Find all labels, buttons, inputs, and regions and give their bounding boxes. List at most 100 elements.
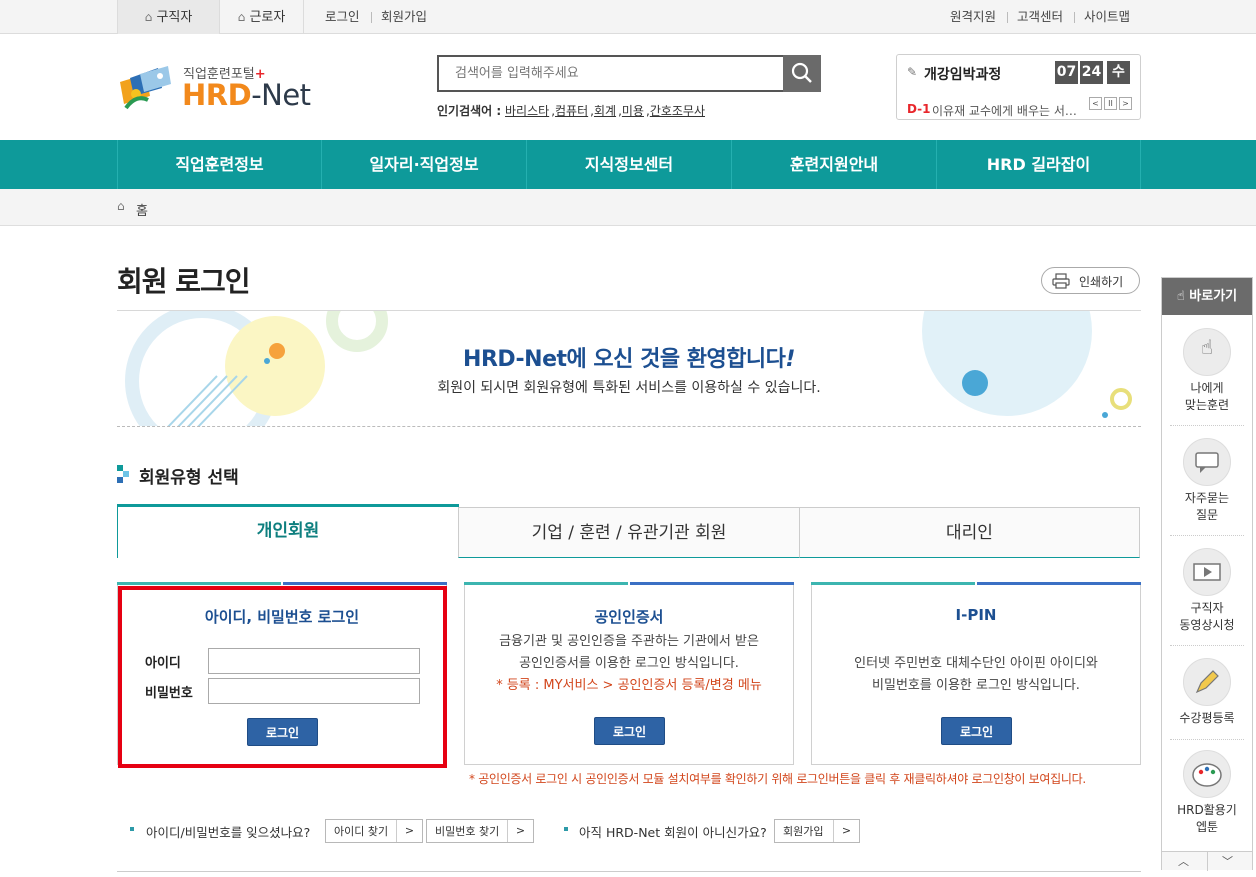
find-password-label: 비밀번호 찾기 — [435, 825, 500, 838]
box-description: 공인인증서를 이용한 로그인 방식입니다. — [519, 656, 739, 671]
hand-pointer-icon: ☝ — [1183, 328, 1231, 376]
remote-support-link[interactable]: 원격지원 — [950, 0, 996, 34]
chevron-right-icon: > — [396, 820, 422, 842]
quick-item-video[interactable]: 구직자 동영상시청 — [1170, 548, 1244, 646]
course-link[interactable]: 이유재 교수에게 배우는 서… — [932, 102, 1077, 119]
date-month: 07 — [1055, 61, 1078, 84]
nav-job-info[interactable]: 일자리·직업정보 — [321, 140, 526, 189]
bullet — [130, 827, 134, 831]
find-id-button[interactable]: 아이디 찾기 > — [325, 819, 423, 843]
bullet — [564, 827, 568, 831]
course-box-title: 개강임박과정 — [924, 67, 1002, 83]
palette-icon — [1183, 750, 1231, 798]
upcoming-course-box: ✎ 개강임박과정 07 24 수 D-1 이유재 교수에게 배우는 서… < I… — [896, 54, 1141, 120]
registration-note: * 등록 : MY서비스 > 공인인증서 등록/변경 메뉴 — [496, 678, 762, 693]
chevron-right-icon: > — [507, 820, 533, 842]
search-input[interactable] — [439, 57, 784, 90]
divider — [371, 12, 372, 23]
popular-label: 인기검색어 : — [437, 104, 502, 118]
highlight-frame — [118, 586, 447, 768]
keyword-link[interactable]: 바리스타 — [505, 104, 549, 118]
search-button[interactable] — [783, 55, 821, 92]
quick-item-webtoon[interactable]: HRD활용기 엡툰 — [1170, 750, 1244, 848]
pointer-icon: ☝ — [1176, 289, 1185, 304]
prev-button[interactable]: < — [1089, 97, 1102, 110]
next-button[interactable]: > — [1119, 97, 1132, 110]
popular-keywords: 인기검색어 : 바리스타 ,컴퓨터 ,회계 ,미용 ,간호조무사 — [437, 104, 706, 118]
tab-job-seeker[interactable]: ⌂ 구직자 — [117, 0, 220, 34]
quick-item-faq[interactable]: 자주묻는 질문 — [1170, 438, 1244, 536]
tab-corporate[interactable]: 기업 / 훈련 / 유관기관 회원 — [458, 507, 800, 558]
print-button[interactable]: 인쇄하기 — [1041, 267, 1140, 294]
not-member-text: 아직 HRD-Net 회원이 아니신가요? — [579, 825, 767, 840]
box-title: I-PIN — [955, 606, 997, 624]
quick-menu-title: 바로가기 — [1189, 289, 1238, 304]
tab-worker[interactable]: ⌂ 근로자 — [220, 0, 304, 34]
welcome-banner: HRD-Net에 오신 것을 환영합니다! 회원이 되시면 회원유형에 특화된 … — [117, 310, 1141, 427]
tab-agent[interactable]: 대리인 — [799, 507, 1140, 558]
video-icon — [1183, 548, 1231, 596]
keyword-link[interactable]: 간호조무사 — [650, 104, 705, 118]
quick-item-label: 엡툰 — [1195, 820, 1219, 834]
print-label: 인쇄하기 — [1079, 275, 1124, 289]
divider — [1007, 12, 1008, 23]
nav-hrd-guide[interactable]: HRD 길라잡이 — [936, 140, 1141, 189]
quick-item-label: 나에게 — [1190, 381, 1224, 395]
join-button[interactable]: 회원가입 > — [774, 819, 860, 843]
keyword-link[interactable]: 컴퓨터 — [555, 104, 588, 118]
tab-job-seeker-label: 구직자 — [156, 10, 193, 25]
breadcrumb-home[interactable]: 홈 — [136, 200, 148, 219]
customer-center-link[interactable]: 고객센터 — [1017, 0, 1063, 34]
page-title: 회원 로그인 — [117, 265, 251, 298]
nav-training-info[interactable]: 직업훈련정보 — [117, 140, 321, 189]
quick-menu-header: ☝ 바로가기 — [1162, 278, 1252, 315]
quick-item-label: 동영상시청 — [1179, 618, 1235, 632]
find-password-button[interactable]: 비밀번호 찾기 > — [426, 819, 534, 843]
home-icon[interactable]: ⌂ — [117, 199, 125, 213]
join-link[interactable]: 회원가입 — [381, 0, 427, 34]
box-accent — [811, 582, 975, 585]
box-description: 금융기관 및 공인인증을 주관하는 기관에서 받은 — [499, 634, 759, 649]
banner-headline: HRD-Net에 오신 것을 환영합니다! — [463, 347, 795, 372]
ipin-login-button[interactable]: 로그인 — [941, 717, 1012, 745]
logo-mark-icon — [120, 66, 171, 110]
certificate-login-button[interactable]: 로그인 — [594, 717, 665, 745]
nav-training-support[interactable]: 훈련지원안내 — [731, 140, 936, 189]
quick-item-review[interactable]: 수강평등록 — [1170, 658, 1244, 740]
ipin-login-box: I-PIN 인터넷 주민번호 대체수단인 아이핀 아이디와 비밀번호를 이용한 … — [811, 582, 1141, 765]
keyword-link[interactable]: 미용 — [622, 104, 644, 118]
nav-knowledge-center[interactable]: 지식정보센터 — [526, 140, 731, 189]
quick-menu-scroll: ︿ ﹀ — [1162, 851, 1252, 871]
banner-subtext: 회원이 되시면 회원유형에 특화된 서비스를 이용하실 수 있습니다. — [437, 380, 821, 396]
box-title: 공인인증서 — [594, 608, 664, 626]
speech-bubble-icon — [1183, 438, 1231, 486]
pause-button[interactable]: II — [1104, 97, 1117, 110]
document-icon: ✎ — [907, 65, 918, 79]
quick-menu: ☝ 바로가기 ☝ 나에게 맞는훈련 자주묻는 질문 구직자 동영상시청 수강평등… — [1161, 277, 1253, 871]
sitemap-link[interactable]: 사이트맵 — [1084, 0, 1130, 34]
top-utility-bar: ⌂ 구직자 ⌂ 근로자 로그인 회원가입 원격지원 고객센터 사이트맵 — [0, 0, 1256, 34]
pencil-icon — [1183, 658, 1231, 706]
keyword-link[interactable]: 회계 — [594, 104, 616, 118]
section-title: 회원유형 선택 — [139, 468, 239, 488]
box-accent — [464, 582, 628, 585]
printer-icon — [1052, 273, 1070, 289]
quick-item-label: HRD활용기 — [1177, 803, 1237, 817]
certificate-login-box: 공인인증서 금융기관 및 공인인증을 주관하는 기관에서 받은 공인인증서를 이… — [464, 582, 794, 765]
chevron-right-icon: > — [833, 820, 859, 842]
quick-item-label: 질문 — [1195, 508, 1219, 522]
box-accent — [630, 582, 794, 585]
quick-item-recommended-training[interactable]: ☝ 나에게 맞는훈련 — [1170, 328, 1244, 426]
logo-title: HRD-Net — [182, 78, 311, 112]
tab-worker-label: 근로자 — [249, 10, 286, 25]
login-link[interactable]: 로그인 — [325, 0, 360, 34]
forgot-text: 아이디/비밀번호를 잊으셨나요? — [146, 825, 311, 840]
chevron-down-icon[interactable]: ﹀ — [1222, 853, 1233, 869]
section-bullet-icon — [117, 465, 129, 483]
tab-individual[interactable]: 개인회원 — [117, 504, 459, 558]
box-accent — [117, 582, 281, 585]
chevron-up-icon[interactable]: ︿ — [1178, 853, 1189, 869]
box-description: 인터넷 주민번호 대체수단인 아이핀 아이디와 — [854, 656, 1098, 671]
box-accent — [977, 582, 1141, 585]
certificate-notice: * 공인인증서 로그인 시 공인인증서 모듈 설치여부를 확인하기 위해 로그인… — [469, 772, 1086, 786]
